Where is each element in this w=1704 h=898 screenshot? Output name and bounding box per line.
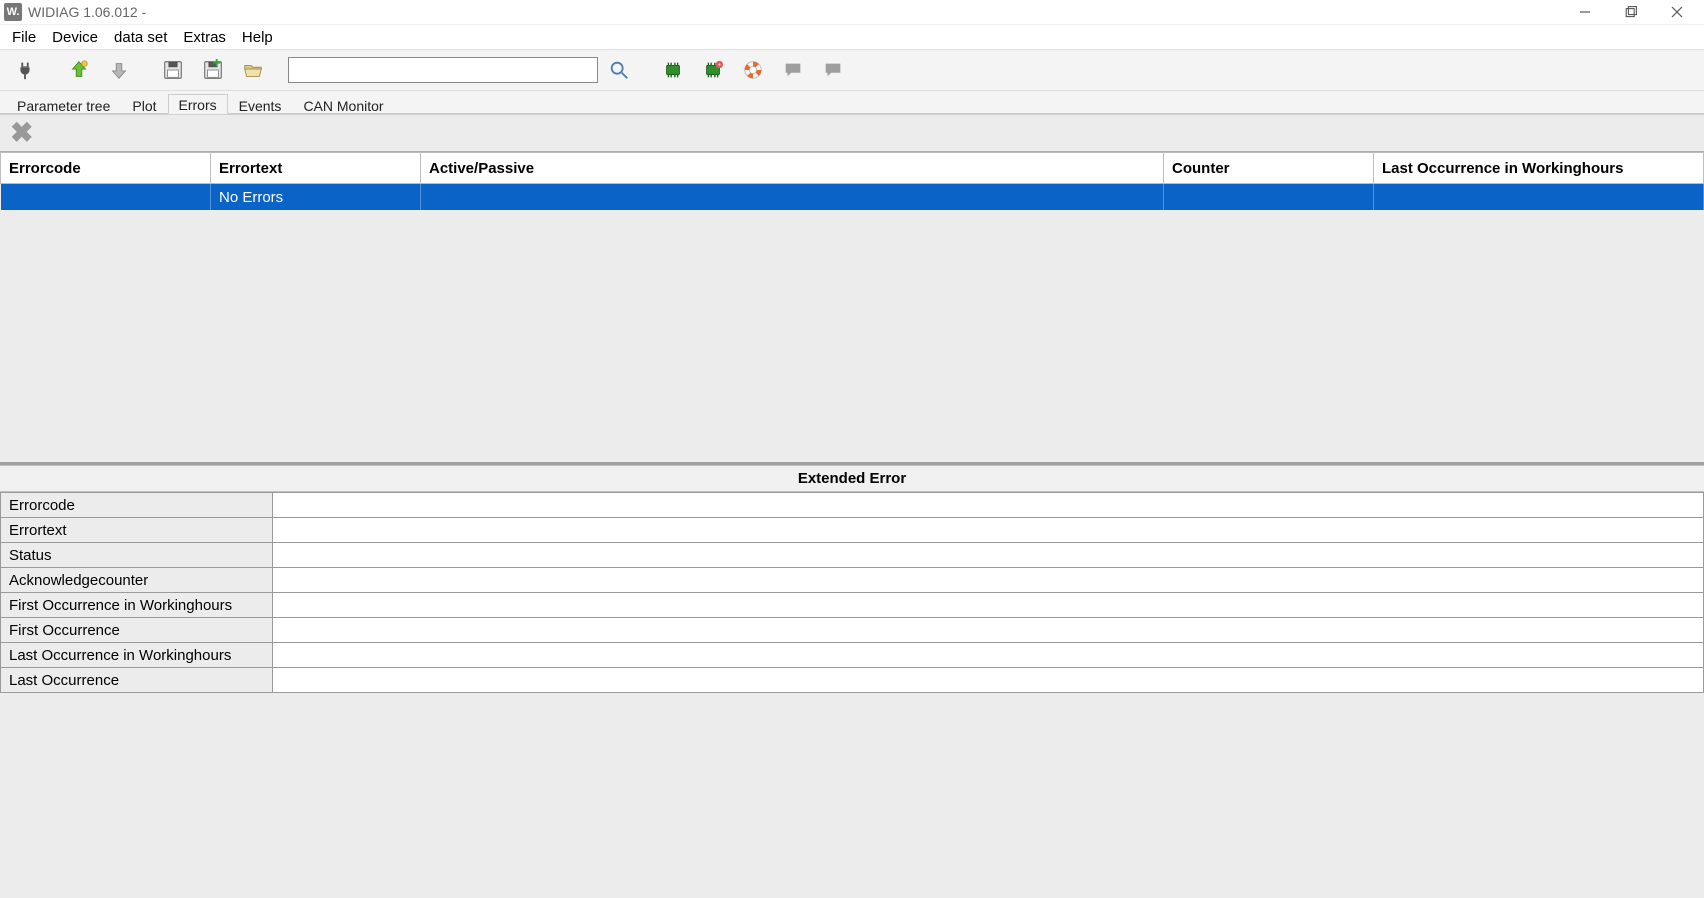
error-table[interactable]: Errorcode Errortext Active/Passive Count… — [0, 152, 1704, 210]
tb-lifebuoy-button[interactable] — [734, 54, 772, 86]
cell-errorcode — [1, 184, 211, 211]
menu-extras[interactable]: Extras — [175, 27, 234, 48]
ext-label: Last Occurrence — [1, 668, 273, 693]
ext-value — [273, 543, 1704, 568]
tb-search-button[interactable] — [600, 54, 638, 86]
floppy-icon — [162, 59, 184, 81]
tb-arrow-up-button[interactable] — [60, 54, 98, 86]
tab-can-monitor[interactable]: CAN Monitor — [292, 95, 394, 114]
error-table-area[interactable]: Errorcode Errortext Active/Passive Count… — [0, 152, 1704, 465]
toolbar-search-input[interactable] — [288, 57, 598, 83]
errors-sub-toolbar: ✖ — [0, 114, 1704, 152]
cell-lastocc — [1374, 184, 1704, 211]
window-maximize-button[interactable] — [1608, 0, 1654, 24]
tb-chip2-button[interactable]: + — [694, 54, 732, 86]
cell-counter — [1164, 184, 1374, 211]
col-lastocc[interactable]: Last Occurrence in Workinghours — [1374, 153, 1704, 184]
ext-value — [273, 643, 1704, 668]
ext-label: Last Occurrence in Workinghours — [1, 643, 273, 668]
error-table-header-row[interactable]: Errorcode Errortext Active/Passive Count… — [1, 153, 1704, 184]
view-tab-strip: Parameter tree Plot Errors Events CAN Mo… — [0, 91, 1704, 114]
cell-errortext: No Errors — [211, 184, 421, 211]
window-close-button[interactable] — [1654, 0, 1700, 24]
tb-save-new-button[interactable] — [194, 54, 232, 86]
ext-value — [273, 568, 1704, 593]
chip-green-plus-icon: + — [702, 59, 724, 81]
menubar: File Device data set Extras Help — [0, 25, 1704, 50]
arrow-up-green-icon — [68, 59, 90, 81]
tb-save-button[interactable] — [154, 54, 192, 86]
plug-icon — [14, 59, 36, 81]
col-errortext[interactable]: Errortext — [211, 153, 421, 184]
app-icon: W. — [4, 3, 22, 21]
ext-value — [273, 593, 1704, 618]
chat-bubble-icon — [782, 59, 804, 81]
search-icon — [608, 59, 630, 81]
tab-errors[interactable]: Errors — [168, 94, 228, 114]
ext-value — [273, 493, 1704, 518]
ext-value — [273, 518, 1704, 543]
minimize-icon — [1579, 6, 1591, 18]
clear-errors-button[interactable]: ✖ — [6, 119, 37, 147]
col-active[interactable]: Active/Passive — [421, 153, 1164, 184]
close-icon — [1671, 6, 1683, 18]
window-titlebar: W. WIDIAG 1.06.012 - — [0, 0, 1704, 25]
tab-parameter-tree[interactable]: Parameter tree — [6, 95, 121, 114]
tb-chat1-button[interactable] — [774, 54, 812, 86]
tb-open-button[interactable] — [234, 54, 272, 86]
menu-device[interactable]: Device — [44, 27, 106, 48]
ext-value — [273, 618, 1704, 643]
window-title: WIDIAG 1.06.012 - — [28, 4, 146, 20]
ext-label: Errorcode — [1, 493, 273, 518]
extended-error-header: Extended Error — [0, 465, 1704, 492]
main-toolbar: + — [0, 50, 1704, 91]
maximize-icon — [1625, 6, 1637, 18]
arrow-down-grey-icon — [108, 59, 130, 81]
ext-label: Status — [1, 543, 273, 568]
col-counter[interactable]: Counter — [1164, 153, 1374, 184]
ext-value — [273, 668, 1704, 693]
lifebuoy-icon — [742, 59, 764, 81]
ext-label: Acknowledgecounter — [1, 568, 273, 593]
menu-file[interactable]: File — [4, 27, 44, 48]
floppy-plus-icon — [202, 59, 224, 81]
tab-events[interactable]: Events — [228, 95, 293, 114]
tb-connect-button[interactable] — [6, 54, 44, 86]
table-row[interactable]: No Errors — [1, 184, 1704, 211]
chip-green-icon — [662, 59, 684, 81]
chat-bubble-2-icon — [822, 59, 844, 81]
bottom-empty-area — [0, 693, 1704, 898]
extended-error-table: Errorcode Errortext Status Acknowledgeco… — [0, 492, 1704, 693]
ext-label: Errortext — [1, 518, 273, 543]
menu-help[interactable]: Help — [234, 27, 281, 48]
menu-data-set[interactable]: data set — [106, 27, 175, 48]
cell-active — [421, 184, 1164, 211]
tab-plot[interactable]: Plot — [121, 95, 167, 114]
tb-arrow-down-button[interactable] — [100, 54, 138, 86]
ext-label: First Occurrence — [1, 618, 273, 643]
ext-label: First Occurrence in Workinghours — [1, 593, 273, 618]
col-errorcode[interactable]: Errorcode — [1, 153, 211, 184]
x-icon: ✖ — [10, 117, 33, 148]
window-minimize-button[interactable] — [1562, 0, 1608, 24]
tb-chip1-button[interactable] — [654, 54, 692, 86]
svg-text:+: + — [718, 62, 721, 68]
tb-chat2-button[interactable] — [814, 54, 852, 86]
folder-open-icon — [242, 59, 264, 81]
